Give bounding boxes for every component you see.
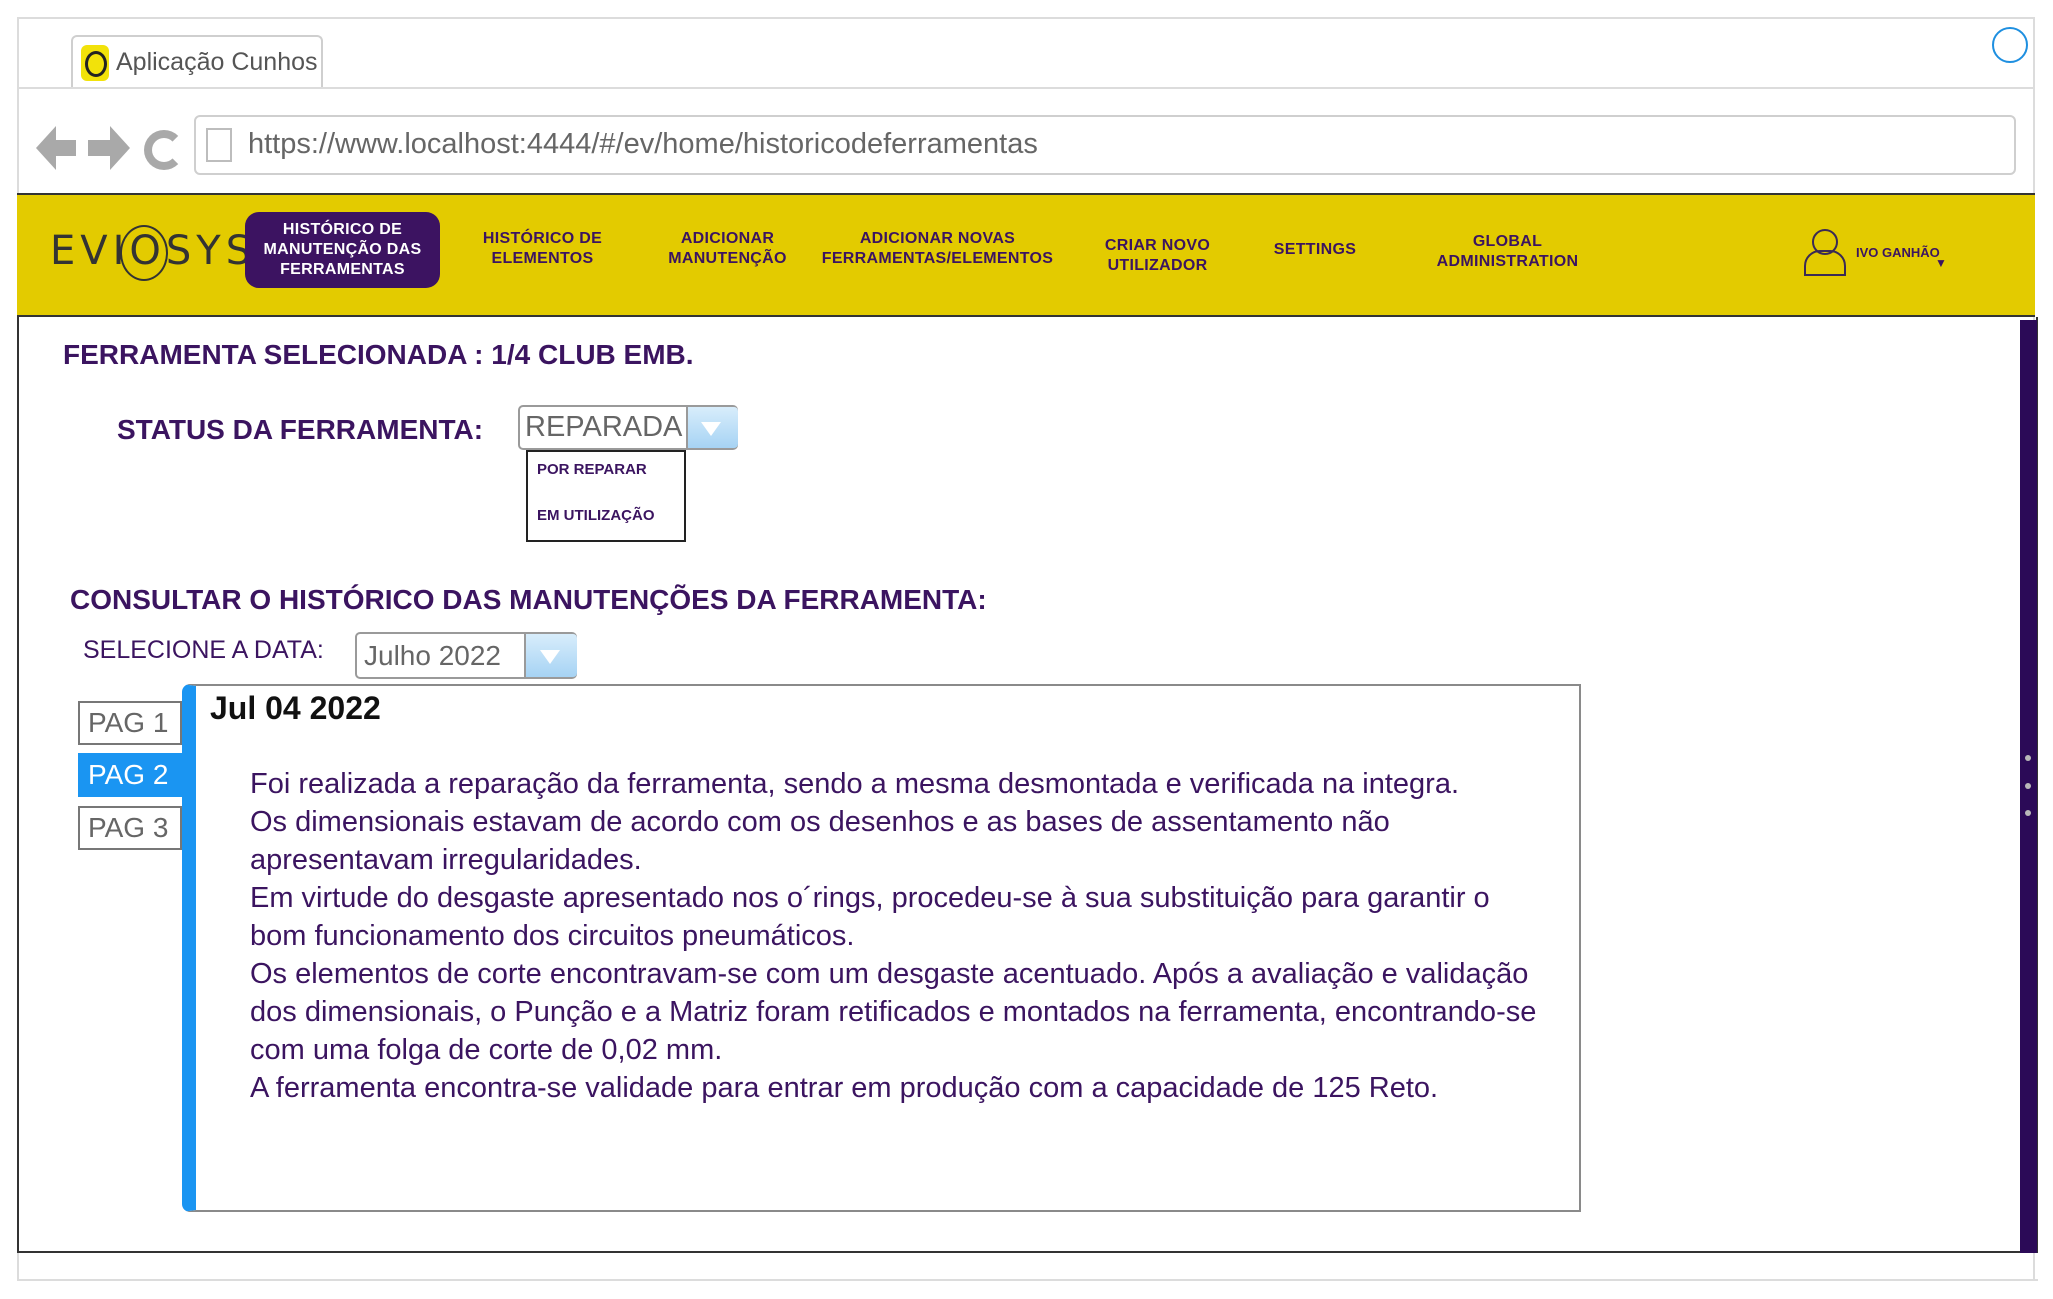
nav-historico-manutencao[interactable]: HISTÓRICO DE MANUTENÇÃO DAS FERRAMENTAS bbox=[245, 212, 440, 288]
nav-criar-utilizador[interactable]: CRIAR NOVO UTILIZADOR bbox=[1090, 236, 1225, 276]
log-text: Foi realizada a reparação da ferramenta,… bbox=[250, 765, 1540, 1107]
user-avatar-icon[interactable] bbox=[1804, 250, 1846, 276]
chevron-down-icon[interactable] bbox=[540, 650, 560, 664]
status-label: STATUS DA FERRAMENTA: bbox=[117, 414, 484, 445]
user-menu-caret-icon[interactable]: ▼ bbox=[1935, 256, 1947, 270]
chevron-down-icon[interactable] bbox=[701, 422, 721, 436]
page-tab-2[interactable]: PAG 2 bbox=[78, 753, 182, 797]
status-selected-value[interactable]: REPARADA bbox=[525, 411, 682, 444]
browser-menu-circle-icon[interactable] bbox=[1992, 27, 2028, 63]
scroll-handle-dot bbox=[2025, 755, 2031, 761]
page-tab-1[interactable]: PAG 1 bbox=[78, 701, 182, 745]
nav-historico-elementos[interactable]: HISTÓRICO DE ELEMENTOS bbox=[470, 229, 615, 269]
status-option-por-reparar[interactable]: POR REPARAR bbox=[537, 461, 647, 478]
status-option-em-utilizacao[interactable]: EM UTILIZAÇÃO bbox=[537, 507, 655, 524]
date-selected-value[interactable]: Julho 2022 bbox=[364, 640, 501, 672]
eviosys-logo: EVIOSYS bbox=[50, 228, 257, 274]
tab-title: Aplicação Cunhos bbox=[116, 48, 318, 76]
nav-label: HISTÓRICO DE MANUTENÇÃO DAS FERRAMENTAS bbox=[263, 221, 422, 278]
url-text[interactable]: https://www.localhost:4444/#/ev/home/his… bbox=[248, 128, 1038, 161]
nav-global-administration[interactable]: GLOBAL ADMINISTRATION bbox=[1420, 232, 1595, 272]
log-paragraph: Em virtude do desgaste apresentado nos o… bbox=[250, 882, 1490, 952]
back-arrow-icon[interactable] bbox=[54, 140, 76, 156]
forward-arrow-icon[interactable] bbox=[88, 140, 110, 156]
page-icon bbox=[206, 128, 232, 162]
bottom-divider bbox=[17, 1279, 2038, 1281]
user-name[interactable]: IVO GANHÃO bbox=[1856, 245, 1940, 260]
refresh-icon[interactable] bbox=[144, 130, 184, 170]
tab-divider bbox=[17, 87, 2035, 89]
nav-adicionar-manutencao[interactable]: ADICIONAR MANUTENÇÃO bbox=[655, 229, 800, 269]
log-paragraph: Foi realizada a reparação da ferramenta,… bbox=[250, 768, 1460, 800]
log-date: Jul 04 2022 bbox=[210, 690, 381, 726]
nav-settings[interactable]: SETTINGS bbox=[1255, 240, 1375, 260]
selected-tool-title: FERRAMENTA SELECIONADA : 1/4 CLUB EMB. bbox=[63, 339, 694, 370]
nav-adicionar-ferramentas[interactable]: ADICIONAR NOVAS FERRAMENTAS/ELEMENTOS bbox=[815, 229, 1060, 269]
log-paragraph: A ferramenta encontra-se validade para e… bbox=[250, 1072, 1439, 1104]
page-tab-3[interactable]: PAG 3 bbox=[78, 806, 182, 850]
log-paragraph: Os elementos de corte encontravam-se com… bbox=[250, 958, 1537, 1066]
date-label: SELECIONE A DATA: bbox=[83, 636, 324, 664]
back-arrow-icon[interactable] bbox=[36, 126, 56, 170]
log-paragraph: Os dimensionais estavam de acordo com os… bbox=[250, 806, 1390, 876]
favicon-ring-icon bbox=[85, 51, 107, 77]
history-heading: CONSULTAR O HISTÓRICO DAS MANUTENÇÕES DA… bbox=[70, 584, 987, 615]
scroll-handle-dot bbox=[2025, 810, 2031, 816]
forward-arrow-icon[interactable] bbox=[110, 126, 130, 170]
scroll-handle-dot bbox=[2025, 783, 2031, 789]
